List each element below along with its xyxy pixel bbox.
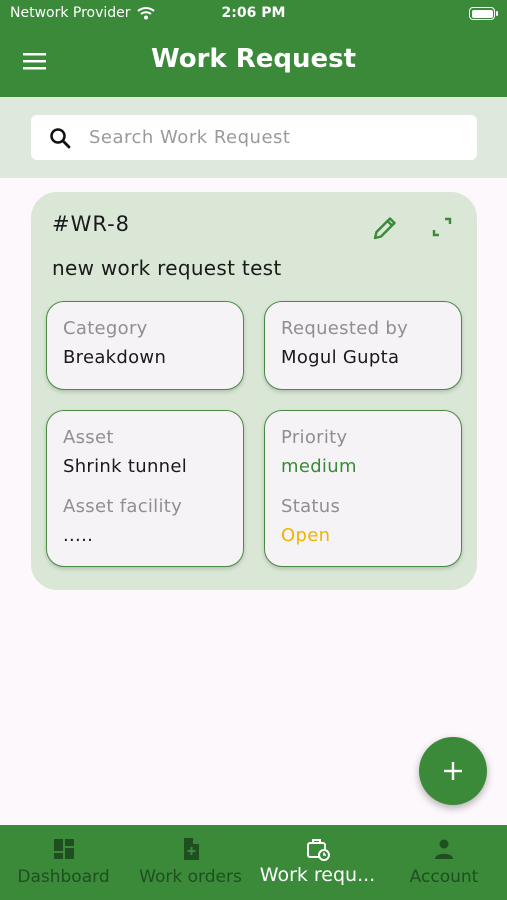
status-time: 2:06 PM <box>221 5 286 21</box>
nav-work-requests-label: Work requ... <box>259 864 376 886</box>
nav-account[interactable]: Account <box>381 825 507 900</box>
requested-by-label: Requested by <box>281 318 409 339</box>
battery-icon <box>469 7 498 20</box>
status-label: Status <box>281 496 341 517</box>
briefcase-clock-icon <box>306 839 330 861</box>
bottom-navigation: Dashboard Work orders Work requ... Accou… <box>0 825 507 900</box>
work-request-title: new work request test <box>52 256 282 280</box>
expand-icon[interactable] <box>431 216 453 238</box>
asset-value: Shrink tunnel <box>63 456 188 477</box>
asset-facility-label: Asset facility <box>63 496 183 517</box>
nav-dashboard[interactable]: Dashboard <box>0 825 127 900</box>
requested-by-box: Requested by Mogul Gupta <box>264 301 462 390</box>
plus-icon <box>444 762 462 780</box>
status-value: Open <box>281 525 331 546</box>
app-header: Network Provider 2:06 PM Work Request <box>0 0 507 97</box>
asset-facility-value: ..... <box>63 525 94 546</box>
asset-label: Asset <box>63 427 114 448</box>
dashboard-icon <box>53 839 74 859</box>
pencil-icon[interactable] <box>371 214 399 242</box>
document-add-icon <box>183 838 199 860</box>
work-request-id: #WR-8 <box>52 212 131 236</box>
nav-account-label: Account <box>409 867 479 887</box>
search-input[interactable] <box>89 127 449 148</box>
category-box: Category Breakdown <box>46 301 244 390</box>
requested-by-value: Mogul Gupta <box>281 347 400 368</box>
priority-label: Priority <box>281 427 348 448</box>
priority-status-box: Priority medium Status Open <box>264 410 462 567</box>
search-box[interactable] <box>31 115 477 160</box>
priority-value: medium <box>281 456 357 477</box>
page-title: Work Request <box>150 44 357 74</box>
search-bar-area <box>0 97 507 178</box>
search-icon <box>50 127 71 148</box>
work-request-card[interactable]: #WR-8 new work request test Category Bre… <box>31 192 477 590</box>
category-value: Breakdown <box>63 347 167 368</box>
nav-work-requests[interactable]: Work requ... <box>254 825 381 900</box>
asset-box: Asset Shrink tunnel Asset facility ..... <box>46 410 244 567</box>
add-work-request-button[interactable] <box>419 737 487 805</box>
status-bar: Network Provider 2:06 PM <box>0 0 507 28</box>
nav-work-orders[interactable]: Work orders <box>127 825 254 900</box>
category-label: Category <box>63 318 148 339</box>
person-icon <box>435 839 453 859</box>
nav-work-orders-label: Work orders <box>139 867 242 887</box>
nav-dashboard-label: Dashboard <box>17 867 110 887</box>
